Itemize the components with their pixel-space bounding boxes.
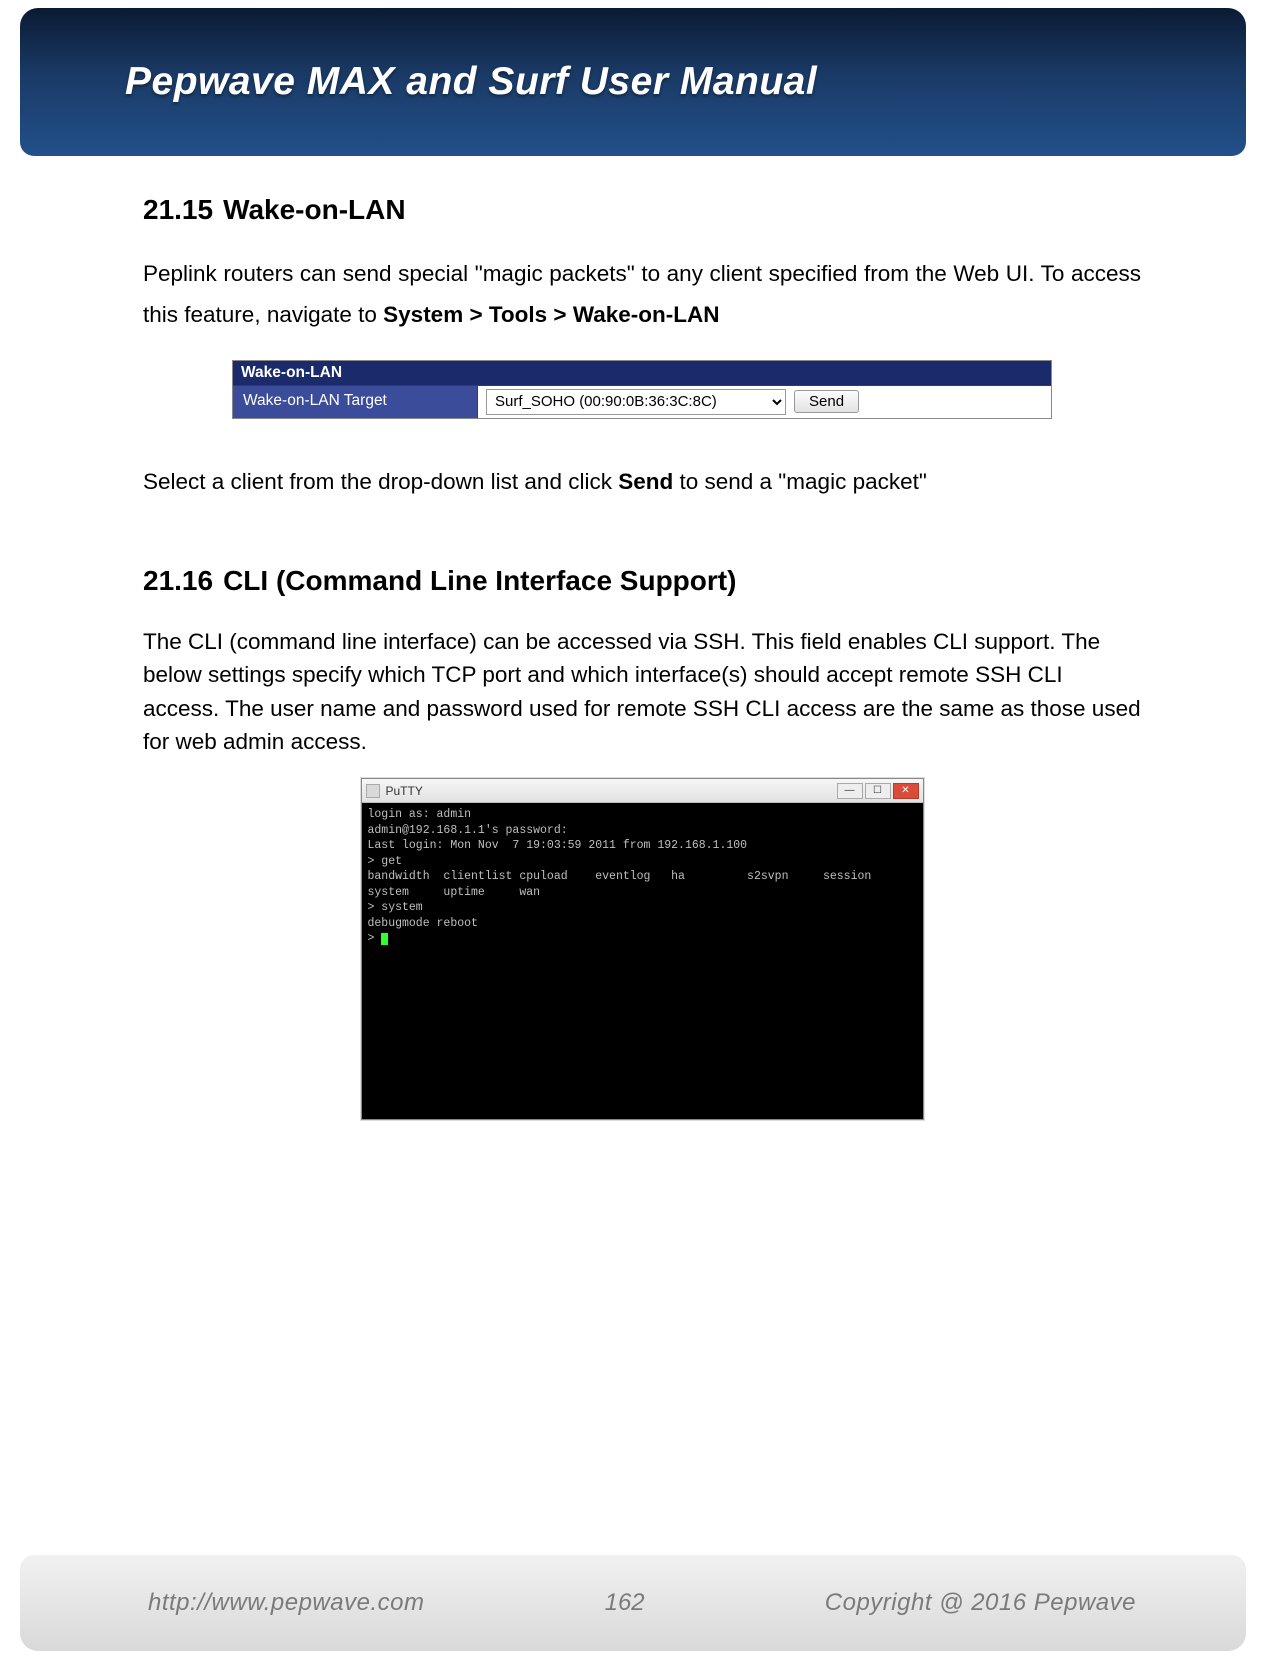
- text-run: to send a "magic packet": [673, 469, 927, 494]
- footer-copyright: Copyright @ 2016 Pepwave: [825, 1589, 1136, 1617]
- panel-row: Wake-on-LAN Target Surf_SOHO (00:90:0B:3…: [233, 386, 1051, 418]
- nav-path-bold: System > Tools > Wake-on-LAN: [383, 302, 719, 327]
- terminal-output: login as: admin admin@192.168.1.1's pass…: [362, 803, 923, 1119]
- putty-title-text: PuTTY: [386, 784, 837, 798]
- send-bold: Send: [618, 469, 673, 494]
- wake-on-lan-panel: Wake-on-LAN Wake-on-LAN Target Surf_SOHO…: [232, 360, 1052, 419]
- section-heading-cli: 21.16 CLI (Command Line Interface Support…: [143, 565, 1141, 597]
- putty-window: PuTTY — ☐ ✕ login as: admin admin@192.16…: [361, 778, 924, 1120]
- footer-url: http://www.pepwave.com: [148, 1589, 424, 1617]
- close-button[interactable]: ✕: [893, 783, 919, 799]
- panel-title: Wake-on-LAN: [233, 361, 1051, 386]
- section-number: 21.16: [143, 565, 213, 597]
- footer-band: http://www.pepwave.com 162 Copyright @ 2…: [20, 1555, 1246, 1651]
- section-title: CLI (Command Line Interface Support): [223, 565, 736, 596]
- paragraph-cli: The CLI (command line interface) can be …: [143, 625, 1141, 758]
- content-area: 21.15 Wake-on-LAN Peplink routers can sen…: [0, 156, 1266, 1120]
- section-number: 21.15: [143, 194, 213, 226]
- text-run: Select a client from the drop-down list …: [143, 469, 618, 494]
- wol-target-select[interactable]: Surf_SOHO (00:90:0B:36:3C:8C): [486, 389, 786, 415]
- paragraph-wol-intro: Peplink routers can send special "magic …: [143, 254, 1141, 336]
- row-controls: Surf_SOHO (00:90:0B:36:3C:8C) Send: [478, 386, 1051, 418]
- footer-page-number: 162: [605, 1589, 645, 1617]
- send-button[interactable]: Send: [794, 390, 859, 413]
- terminal-text: login as: admin admin@192.168.1.1's pass…: [368, 808, 872, 945]
- page: Pepwave MAX and Surf User Manual 21.15 Wa…: [0, 8, 1266, 1659]
- window-buttons: — ☐ ✕: [837, 783, 919, 799]
- document-title: Pepwave MAX and Surf User Manual: [125, 60, 1246, 104]
- section-heading-wol: 21.15 Wake-on-LAN: [143, 194, 1141, 226]
- section-title: Wake-on-LAN: [223, 194, 406, 225]
- header-band: Pepwave MAX and Surf User Manual: [20, 8, 1246, 156]
- paragraph-wol-instruction: Select a client from the drop-down list …: [143, 463, 1141, 501]
- cursor-icon: [381, 933, 388, 945]
- maximize-button[interactable]: ☐: [865, 783, 891, 799]
- minimize-button[interactable]: —: [837, 783, 863, 799]
- putty-icon: [366, 784, 380, 798]
- row-label: Wake-on-LAN Target: [233, 386, 478, 418]
- putty-titlebar: PuTTY — ☐ ✕: [362, 779, 923, 803]
